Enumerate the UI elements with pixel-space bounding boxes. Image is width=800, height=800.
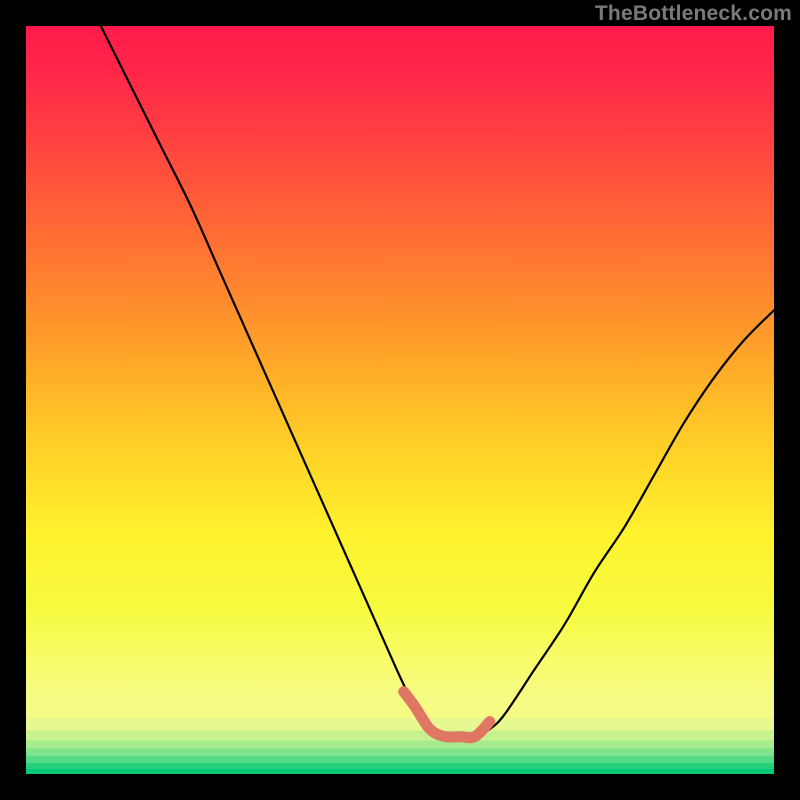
curve-line	[101, 26, 774, 737]
chart-overlay	[26, 26, 774, 774]
plot-area	[26, 26, 774, 774]
watermark-label: TheBottleneck.com	[595, 2, 792, 26]
chart-frame: TheBottleneck.com	[0, 0, 800, 800]
highlight-segment	[404, 692, 490, 738]
